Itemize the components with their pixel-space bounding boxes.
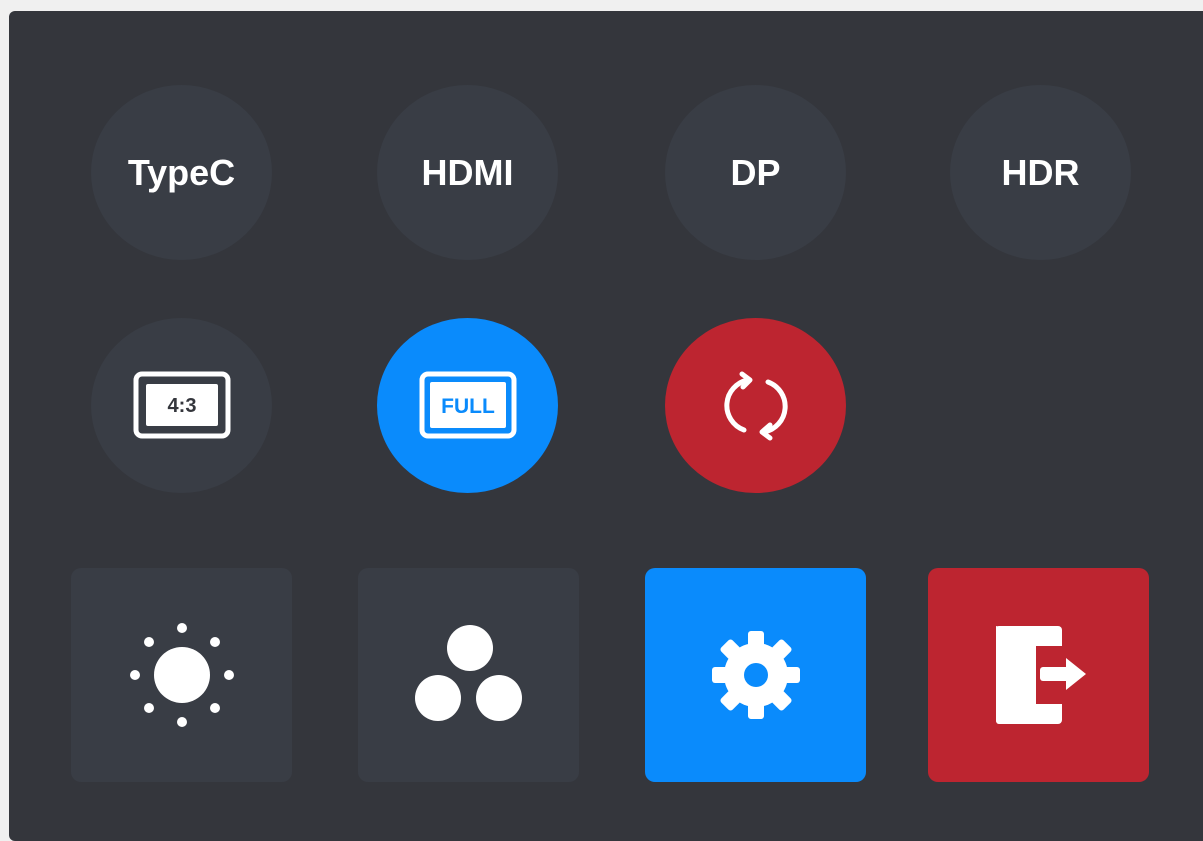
color-balls-icon [414,625,522,721]
aspect-4-3-icon: 4:3 [133,371,230,438]
input-dp-label: DP [730,151,781,193]
aspect-4-3-text: 4:3 [167,395,196,417]
aspect-full-button[interactable]: FULL [377,318,558,493]
aspect-4-3-button[interactable]: 4:3 [91,318,272,493]
exit-icon [995,626,1086,724]
brightness-button[interactable] [71,568,292,782]
aspect-full-icon: FULL [419,371,516,438]
brightness-icon [129,623,234,727]
color-button[interactable] [358,568,579,782]
input-typec-button[interactable]: TypeC [91,85,272,260]
aspect-full-text: FULL [441,395,495,418]
input-hdmi-label: HDMI [421,151,514,193]
input-hdmi-button[interactable]: HDMI [377,85,558,260]
input-typec-label: TypeC [127,151,236,193]
exit-button[interactable] [928,568,1149,782]
hdr-label: HDR [1001,151,1080,193]
input-dp-button[interactable]: DP [665,85,846,260]
settings-button[interactable] [645,568,866,782]
gear-icon [711,631,800,719]
hdr-button[interactable]: HDR [950,85,1131,260]
refresh-button[interactable] [665,318,846,493]
refresh-icon [723,371,788,440]
